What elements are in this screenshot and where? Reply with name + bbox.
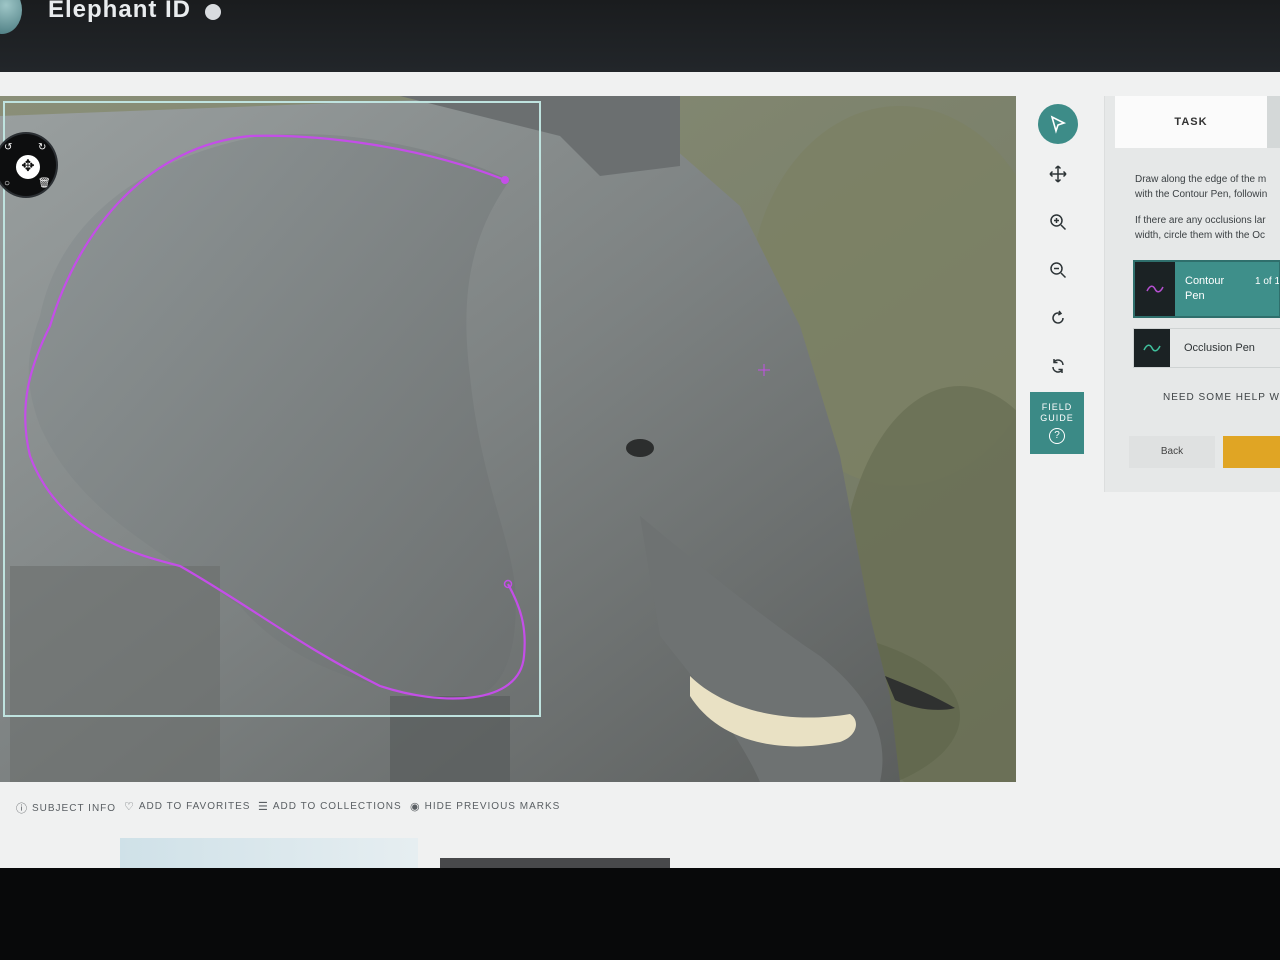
header-bar: Elephant ID	[0, 0, 1280, 72]
squiggle-icon	[1143, 344, 1161, 352]
occlusion-pen-label: Occlusion Pen	[1184, 342, 1255, 354]
add-to-collections-label: ADD TO COLLECTIONS	[272, 801, 402, 812]
back-button[interactable]: Back	[1129, 436, 1215, 468]
contour-pen-count: 1 of 1 r	[1255, 276, 1280, 287]
add-to-favorites-label: ADD TO FAVORITES	[138, 801, 251, 812]
annotate-button[interactable]	[1038, 104, 1078, 144]
field-guide-button[interactable]: FIELD GUIDE ?	[1030, 392, 1084, 454]
contour-pen-label: Contour Pen	[1185, 274, 1224, 304]
subject-info-button[interactable]: ⓘ SUBJECT INFO	[16, 800, 116, 816]
classifier-page: ↺ ↻ ○ 🗑 ✥ FIELD GUIDE ? TASK Draw along …	[0, 72, 1280, 870]
tab-tutorial[interactable]	[1267, 96, 1280, 148]
resize-icon[interactable]: ○	[4, 178, 10, 189]
squiggle-icon	[1146, 285, 1164, 293]
next-button[interactable]	[1223, 436, 1280, 468]
hide-previous-marks-label: HIDE PREVIOUS MARKS	[424, 801, 561, 812]
mark-transform-widget[interactable]: ↺ ↻ ○ 🗑 ✥	[0, 132, 58, 198]
delete-mark-icon[interactable]: 🗑	[38, 178, 51, 189]
reset-icon	[1052, 359, 1064, 373]
task-instructions-line: Draw along the edge of the m	[1135, 174, 1267, 185]
project-title[interactable]: Elephant ID	[48, 0, 191, 24]
heart-icon: ♡	[124, 801, 135, 813]
tab-task[interactable]: TASK	[1115, 96, 1267, 148]
list-icon: ☰	[258, 801, 269, 813]
occlusion-pen-swatch	[1134, 329, 1170, 367]
task-panel: TASK Draw along the edge of the m with t…	[1104, 96, 1280, 492]
task-instructions-line: with the Contour Pen, followin	[1135, 189, 1268, 200]
zoom-out-icon	[1050, 262, 1067, 279]
rotate-icon	[1052, 310, 1064, 324]
subject-info-label: SUBJECT INFO	[32, 802, 117, 814]
move-handle-icon[interactable]: ✥	[16, 155, 40, 179]
related-image-thumbnail[interactable]	[120, 838, 418, 870]
contour-pen-swatch	[1135, 262, 1175, 316]
zoom-in-button[interactable]	[1038, 202, 1078, 242]
project-logo[interactable]	[0, 0, 22, 34]
contour-pen-label-line-1: Contour	[1185, 275, 1225, 287]
info-icon: ⓘ	[16, 803, 28, 815]
eye-icon: ◉	[410, 801, 421, 813]
task-instructions-line: width, circle them with the Oc	[1135, 230, 1266, 241]
subject-viewer[interactable]: ↺ ↻ ○ 🗑 ✥	[0, 96, 1016, 782]
rotate-button[interactable]	[1038, 298, 1078, 338]
tool-option-occlusion-pen[interactable]: Occlusion Pen	[1133, 328, 1280, 368]
need-help-link[interactable]: NEED SOME HELP WIT	[1163, 392, 1280, 403]
task-instructions-line: If there are any occlusions lar	[1135, 215, 1266, 226]
status-dot-icon	[205, 4, 221, 20]
zoom-out-button[interactable]	[1038, 250, 1078, 290]
monitor-bezel	[0, 868, 1280, 960]
tool-option-contour-pen[interactable]: Contour Pen 1 of 1 r	[1133, 260, 1280, 318]
image-toolbar: FIELD GUIDE ?	[1030, 96, 1084, 496]
help-circle-icon: ?	[1049, 428, 1065, 444]
zoom-in-icon	[1050, 214, 1067, 231]
contour-pen-label-line-2: Pen	[1185, 290, 1205, 302]
contour-start-handle[interactable]	[501, 176, 509, 184]
subject-image	[0, 96, 1016, 782]
move-icon	[1049, 165, 1067, 183]
rotate-left-icon[interactable]: ↺	[4, 142, 12, 153]
pointer-icon	[1050, 115, 1067, 134]
rotate-right-icon[interactable]: ↻	[38, 142, 46, 153]
reset-button[interactable]	[1038, 346, 1078, 386]
move-button[interactable]	[1038, 154, 1078, 194]
field-guide-label: FIELD GUIDE	[1040, 402, 1074, 423]
add-to-collections-button[interactable]: ☰ ADD TO COLLECTIONS	[258, 800, 402, 813]
hide-previous-marks-button[interactable]: ◉ HIDE PREVIOUS MARKS	[410, 800, 560, 813]
add-to-favorites-button[interactable]: ♡ ADD TO FAVORITES	[124, 800, 250, 813]
